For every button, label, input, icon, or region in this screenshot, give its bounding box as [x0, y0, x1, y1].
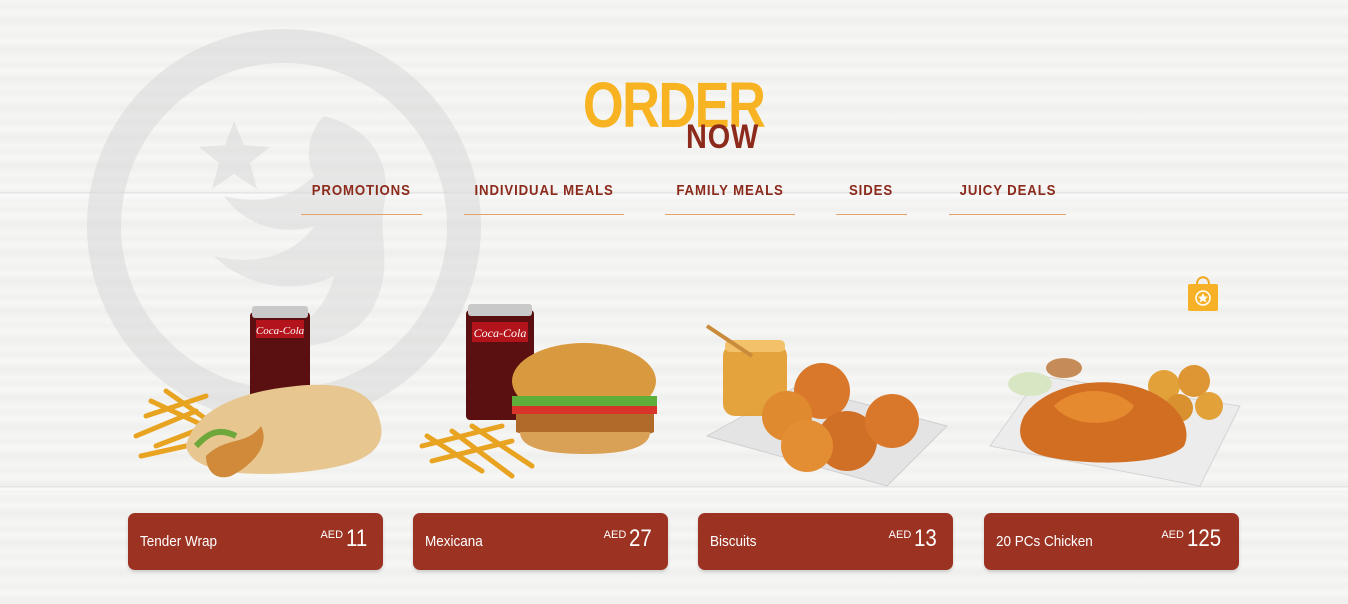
title-now: NOW	[686, 118, 760, 156]
price-amount: 13	[914, 525, 937, 552]
tab-label: FAMILY MEALS	[676, 182, 784, 199]
burger-fries-cola-image[interactable]: Coca-Cola	[412, 296, 672, 496]
price-amount: 11	[346, 525, 368, 552]
product-name: 20 PCs Chicken	[996, 533, 1093, 550]
price-currency: AED	[603, 529, 627, 541]
product-card-mexicana[interactable]: Mexicana AED 27	[413, 513, 668, 570]
tab-juicy-deals[interactable]: JUICY DEALS	[949, 180, 1066, 215]
product-price: AED 11	[320, 525, 371, 553]
chicken-bucket-image[interactable]	[984, 296, 1244, 496]
tab-promotions[interactable]: PROMOTIONS	[301, 180, 422, 215]
product-name: Tender Wrap	[140, 533, 218, 550]
tab-sides[interactable]: SIDES	[836, 180, 907, 215]
tab-label: INDIVIDUAL MEALS	[474, 182, 614, 199]
price-currency: AED	[888, 529, 912, 541]
product-card-20-pcs-chicken[interactable]: 20 PCs Chicken AED 125	[984, 513, 1239, 570]
tab-label: SIDES	[849, 182, 894, 199]
page-title: ORDER	[0, 70, 1348, 140]
tab-label: JUICY DEALS	[959, 182, 1056, 199]
product-name: Mexicana	[425, 533, 483, 550]
product-price: AED 13	[889, 525, 941, 553]
price-amount: 125	[1186, 525, 1221, 552]
product-card-biscuits[interactable]: Biscuits AED 13	[698, 513, 953, 570]
svg-text:Coca-Cola: Coca-Cola	[474, 326, 527, 340]
price-currency: AED	[1161, 529, 1184, 541]
product-card-tender-wrap[interactable]: Tender Wrap AED 11	[128, 513, 383, 570]
tab-individual-meals[interactable]: INDIVIDUAL MEALS	[464, 180, 624, 215]
tab-label: PROMOTIONS	[311, 182, 411, 199]
tab-family-meals[interactable]: FAMILY MEALS	[665, 180, 795, 215]
price-currency: AED	[320, 529, 344, 541]
price-amount: 27	[629, 525, 652, 552]
biscuits-honey-image[interactable]	[697, 296, 957, 496]
product-name: Biscuits	[710, 533, 757, 550]
svg-text:Coca-Cola: Coca-Cola	[256, 325, 305, 337]
category-nav: PROMOTIONS INDIVIDUAL MEALS FAMILY MEALS…	[0, 180, 1348, 216]
wrap-fries-cola-image[interactable]: Coca-Cola	[126, 296, 386, 496]
product-price: AED 27	[604, 525, 656, 553]
product-price: AED 125	[1161, 525, 1227, 553]
